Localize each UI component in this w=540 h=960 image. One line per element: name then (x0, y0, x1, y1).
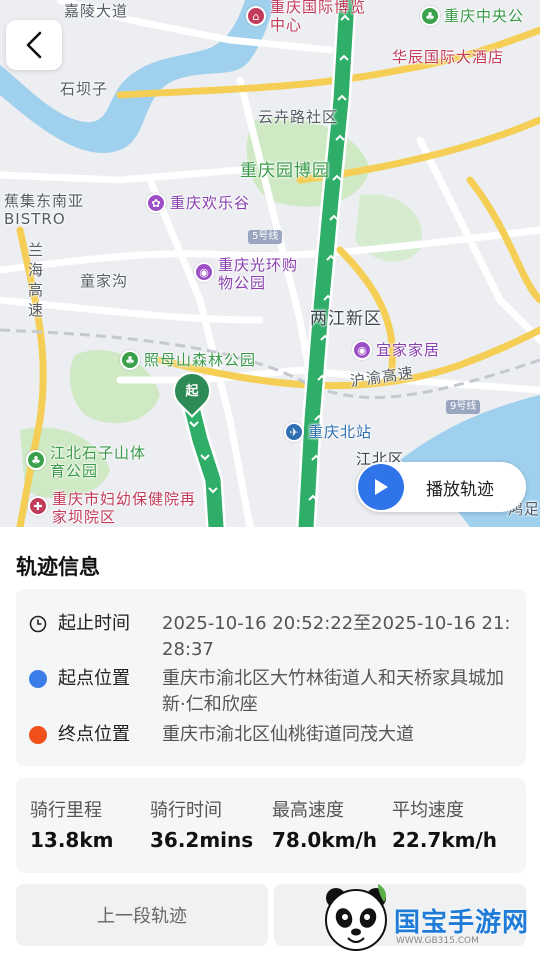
info-row-end: 终点位置 重庆市渝北区仙桃街道同茂大道 (28, 722, 516, 748)
map-label-ikea: 宜家家居 (376, 341, 441, 359)
stat-value: 78.0km/h (272, 828, 378, 852)
museum-icon: ⌂ (246, 6, 266, 26)
map-label-stadium: 江北石子山体育公园 (50, 444, 147, 480)
amusement-park-icon: ✿ (146, 193, 166, 213)
map-label-mall: 重庆光环购物公园 (218, 256, 299, 292)
stat-distance: 骑行里程 13.8km (30, 796, 114, 852)
stat-max-speed: 最高速度 78.0km/h (272, 796, 377, 852)
stat-value: 13.8km (30, 828, 114, 852)
start-marker-label: 起 (185, 384, 199, 399)
start-dot-icon (28, 669, 48, 689)
map-label-tongjiagou: 童家沟 (80, 272, 129, 290)
map-poi-happy-valley[interactable]: ✿ 重庆欢乐谷 (146, 193, 250, 213)
chevron-left-icon (26, 31, 42, 59)
watermark-url: WWW.GB315.COM (396, 936, 479, 946)
map-label-line5: 5号线 (248, 230, 283, 244)
park-icon: ♣ (120, 350, 140, 370)
map-poi-mall[interactable]: ◉ 重庆光环购物公园 (194, 256, 298, 292)
shopping-icon: ◉ (194, 262, 214, 282)
start-marker[interactable]: 起 (165, 364, 219, 418)
map-label-road: 嘉陵大道 (64, 2, 129, 20)
map-poi-ikea[interactable]: ◉ 宜家家居 (352, 340, 440, 360)
info-key: 终点位置 (58, 724, 130, 745)
watermark-text: 国宝手游网 (394, 908, 530, 938)
map-label-shibazi: 石坝子 (60, 80, 109, 98)
map-poi-north-station[interactable]: ✈ 重庆北站 (284, 422, 372, 442)
stat-avg-speed: 平均速度 22.7km/h (392, 796, 497, 852)
play-track-label: 播放轨迹 (426, 479, 494, 500)
map-label-line9: 9号线 (446, 400, 481, 414)
stat-duration: 骑行时间 36.2mins (150, 796, 253, 852)
back-button[interactable] (6, 20, 62, 70)
info-value: 重庆市渝北区仙桃街道同茂大道 (162, 724, 414, 745)
map-poi-hospital[interactable]: ✚ 重庆市妇幼保健院再家坝院区 (28, 490, 202, 526)
map-label-liangjiang: 两江新区 (310, 309, 382, 329)
map-label-hotel: 华辰国际大酒店 (392, 48, 505, 66)
map-poi-expo[interactable]: ⌂ 重庆国际博览中心 (246, 0, 380, 34)
info-value: 重庆市渝北区大竹林街道人和天桥家具城加新·仁和欣座 (162, 668, 504, 715)
play-track-button[interactable]: 播放轨迹 (356, 462, 526, 512)
track-detail-screen: 嘉陵大道 ⌂ 重庆国际博览中心 ♣ 重庆中央公 华辰国际大酒店 石坝子 云卉路社… (0, 0, 540, 960)
end-dot-icon (28, 725, 48, 745)
track-info-card: 起止时间 2025-10-16 20:52:22至2025-10-16 21:2… (16, 589, 526, 766)
map-label-bistro: 蕉集东南亚BISTRO (4, 192, 85, 228)
park-icon: ♣ (26, 450, 46, 470)
map-poi-central-park[interactable]: ♣ 重庆中央公 (420, 6, 524, 26)
ride-stats-card: 骑行里程 13.8km 骑行时间 36.2mins 最高速度 78.0km/h … (16, 778, 526, 873)
panel-title: 轨迹信息 (16, 555, 100, 579)
stat-value: 22.7km/h (392, 828, 498, 852)
map-label-hospital: 重庆市妇幼保健院再家坝院区 (52, 490, 197, 526)
play-icon (358, 464, 404, 510)
train-station-icon: ✈ (284, 422, 304, 442)
map-label-happy-valley: 重庆欢乐谷 (170, 194, 251, 212)
hospital-icon: ✚ (28, 496, 48, 516)
map-label-garden-expo: 重庆园博园 (240, 161, 330, 181)
info-row-time: 起止时间 2025-10-16 20:52:22至2025-10-16 21:2… (28, 611, 516, 663)
map-label-community: 云卉路社区 (258, 108, 339, 126)
site-watermark: 国宝手游网 WWW.GB315.COM (318, 880, 540, 960)
map-view[interactable]: 嘉陵大道 ⌂ 重庆国际博览中心 ♣ 重庆中央公 华辰国际大酒店 石坝子 云卉路社… (0, 0, 540, 527)
map-label-lanhai: 兰海高速 (28, 241, 45, 319)
store-icon: ◉ (352, 340, 372, 360)
stat-label: 骑行里程 (30, 800, 102, 821)
map-label-forest-park: 照母山森林公园 (144, 351, 257, 369)
panda-logo-icon (325, 884, 387, 951)
info-value: 2025-10-16 20:52:22至2025-10-16 21:28:37 (162, 613, 511, 660)
info-key: 起止时间 (58, 613, 130, 634)
stat-label: 最高速度 (272, 800, 344, 821)
previous-track-button[interactable]: 上一段轨迹 (16, 884, 268, 946)
stat-label: 骑行时间 (150, 800, 222, 821)
clock-icon (28, 614, 48, 634)
map-label-expo: 重庆国际博览中心 (270, 0, 367, 34)
map-poi-stadium[interactable]: ♣ 江北石子山体育公园 (26, 444, 154, 480)
stat-label: 平均速度 (392, 800, 464, 821)
map-label-central-park: 重庆中央公 (444, 7, 525, 25)
stat-value: 36.2mins (150, 828, 254, 852)
park-icon: ♣ (420, 6, 440, 26)
info-row-start: 起点位置 重庆市渝北区大竹林街道人和天桥家具城加新·仁和欣座 (28, 666, 516, 718)
map-label-north-station: 重庆北站 (308, 423, 373, 441)
map-poi-forest-park[interactable]: ♣ 照母山森林公园 (120, 350, 256, 370)
info-key: 起点位置 (58, 668, 130, 689)
